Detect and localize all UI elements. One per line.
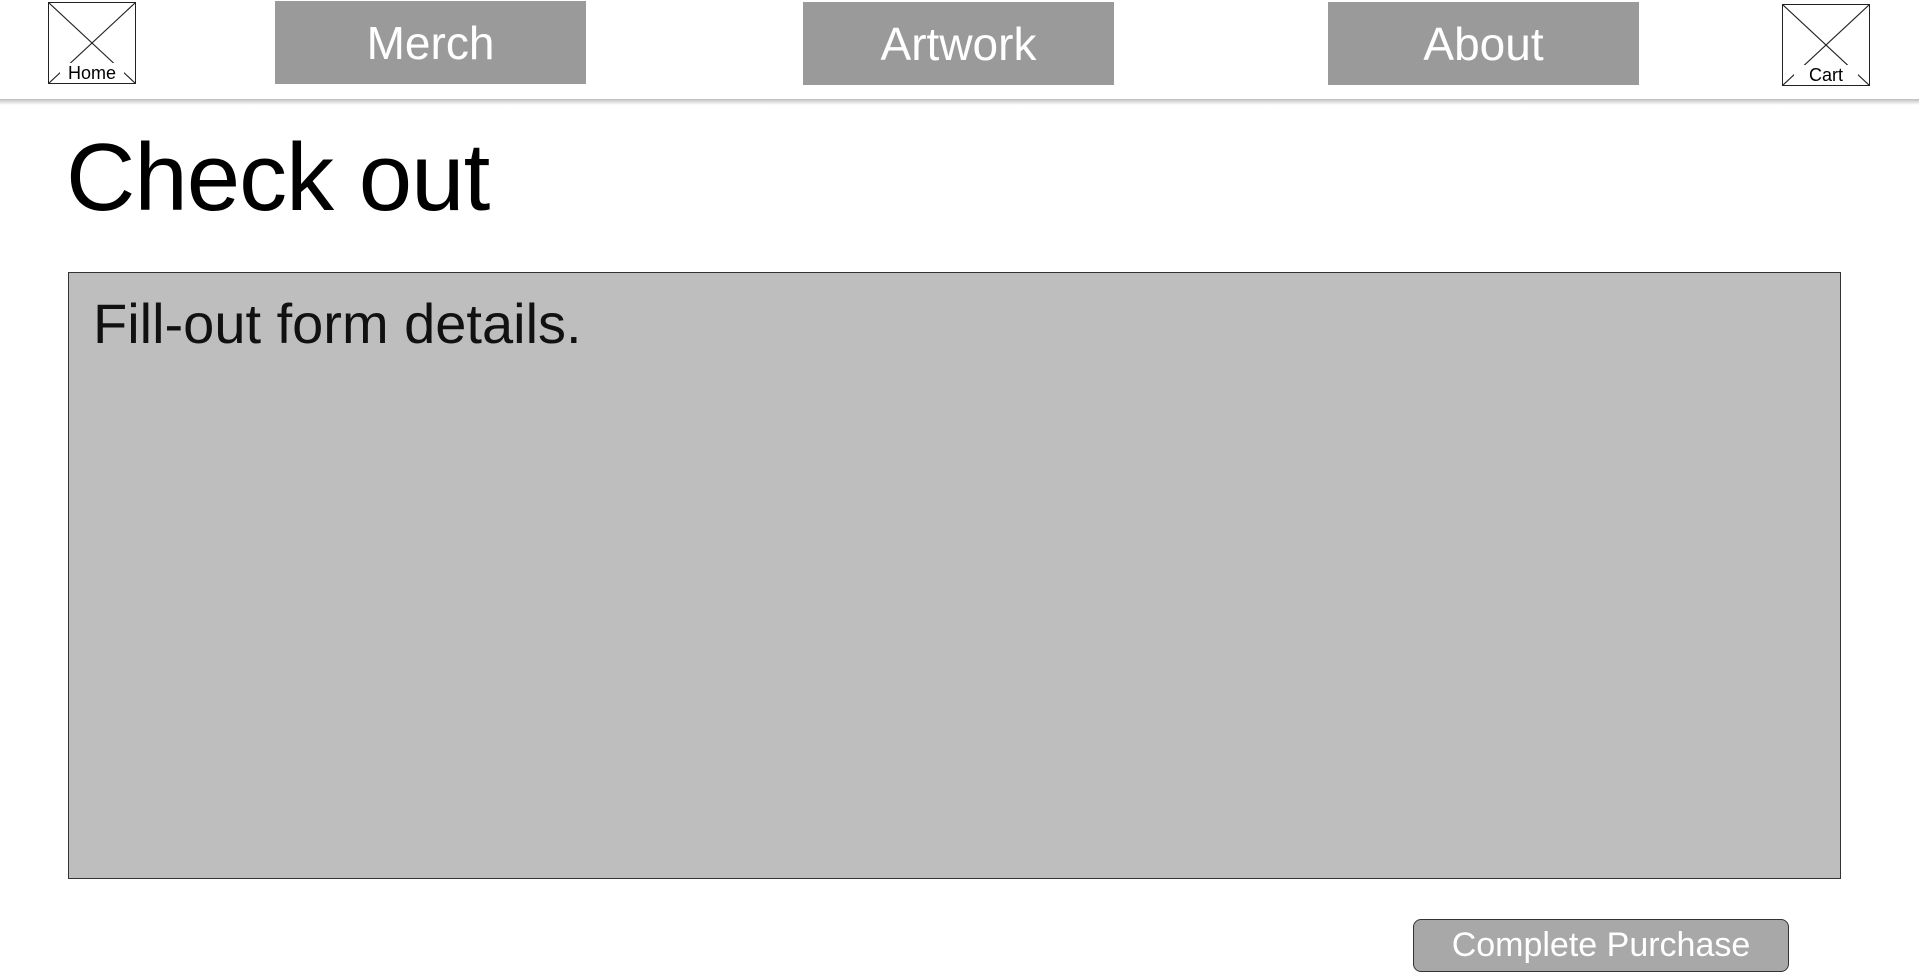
cart-link[interactable]: Cart (1782, 4, 1870, 86)
page-title: Check out (66, 124, 490, 231)
cart-label: Cart (1794, 65, 1858, 85)
checkout-form-panel[interactable]: Fill-out form details. (68, 272, 1841, 879)
top-navigation-bar: Home Merch Artwork About Cart (0, 0, 1919, 100)
header-divider (0, 99, 1919, 105)
form-instructions: Fill-out form details. (93, 292, 582, 355)
complete-purchase-button[interactable]: Complete Purchase (1413, 919, 1789, 972)
nav-about-button[interactable]: About (1328, 2, 1639, 85)
nav-artwork-button[interactable]: Artwork (803, 2, 1114, 85)
checkout-page: Home Merch Artwork About Cart Check out … (0, 0, 1919, 973)
home-label: Home (60, 63, 124, 83)
home-link[interactable]: Home (48, 2, 136, 84)
nav-merch-button[interactable]: Merch (275, 1, 586, 84)
